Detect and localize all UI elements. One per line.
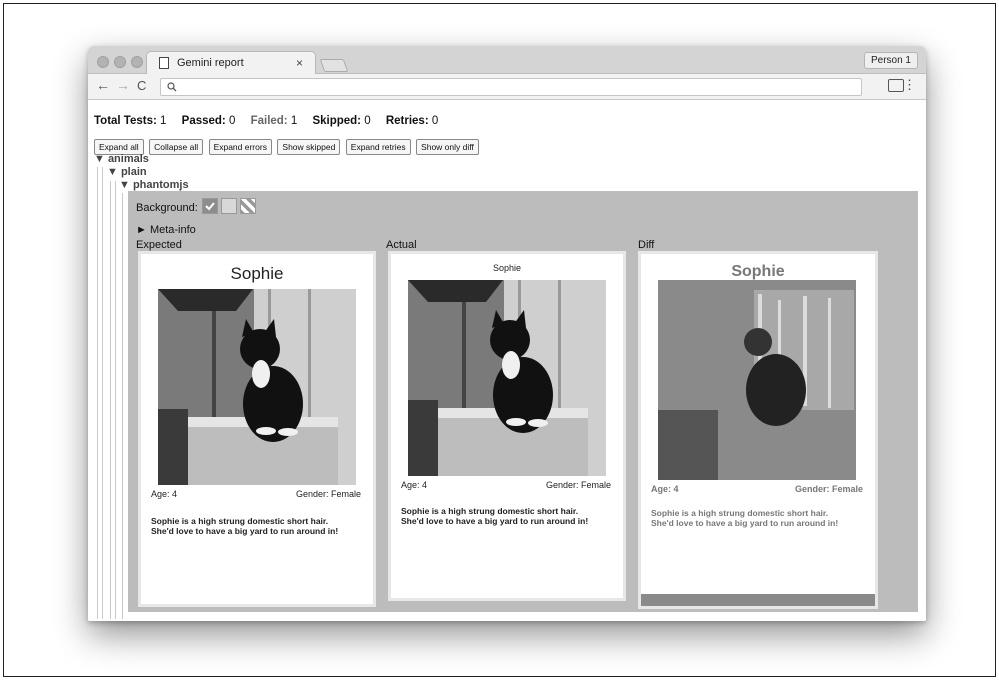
failed-value: 1 xyxy=(290,115,298,127)
show-skipped-button[interactable]: Show skipped xyxy=(277,139,341,155)
description-line: She'd love to have a big yard to run aro… xyxy=(401,516,589,526)
background-label: Background: xyxy=(136,202,198,214)
forward-icon[interactable]: → xyxy=(116,77,130,93)
total-value: 1 xyxy=(160,115,167,127)
passed-value: 0 xyxy=(228,115,236,127)
actual-screenshot: Sophie Age: 4 Gender: Female Sophie is a… xyxy=(388,251,626,601)
description-text: Sophie is a high strung domestic short h… xyxy=(651,508,838,528)
browser-tab[interactable]: Gemini report × xyxy=(146,51,316,75)
test-result-panel: Background: ► Meta-info Expected Actual … xyxy=(128,191,918,612)
expand-retries-button[interactable]: Expand retries xyxy=(345,139,411,155)
tree-guide-line xyxy=(122,193,123,619)
background-option-light[interactable] xyxy=(221,198,237,214)
show-only-diff-button[interactable]: Show only diff xyxy=(416,139,479,155)
card-name: Sophie xyxy=(492,263,522,273)
profile-button[interactable]: Person 1 xyxy=(863,52,918,69)
summary-bar: Total Tests: 1 Passed: 0 Failed: 1 Skipp… xyxy=(94,115,450,127)
screenshot-frame: Gemini report × Person 1 ← → C ⋮ Total T… xyxy=(3,3,996,677)
gender-text: Gender: Female xyxy=(545,480,611,490)
description-text: Sophie is a high strung domestic short h… xyxy=(151,516,338,536)
tree-node-animals[interactable]: ▼ animals xyxy=(94,153,149,165)
gender-text: Gender: Female xyxy=(794,484,863,494)
age-text: Age: 4 xyxy=(401,480,428,490)
meta-info-toggle[interactable]: ► Meta-info xyxy=(136,224,196,236)
checkmark-icon xyxy=(205,202,215,211)
tree-guide-line xyxy=(110,181,111,619)
card-name: Sophie xyxy=(230,264,284,283)
age-text: Age: 4 xyxy=(651,484,679,494)
report-page: Total Tests: 1 Passed: 0 Failed: 1 Skipp… xyxy=(88,101,926,621)
total-label: Total Tests: xyxy=(94,115,157,127)
menu-icon[interactable]: ⋮ xyxy=(903,78,916,92)
maximize-window-button[interactable] xyxy=(131,56,143,68)
cat-photo xyxy=(158,289,356,485)
description-line: Sophie is a high strung domestic short h… xyxy=(151,516,329,526)
expand-errors-button[interactable]: Expand errors xyxy=(208,139,272,155)
tab-title: Gemini report xyxy=(177,57,244,69)
collapse-all-button[interactable]: Collapse all xyxy=(149,139,204,155)
description-line: Sophie is a high strung domestic short h… xyxy=(651,508,829,518)
retries-label: Retries: xyxy=(385,115,429,127)
description-text: Sophie is a high strung domestic short h… xyxy=(401,506,588,526)
document-icon xyxy=(159,57,169,69)
passed-label: Passed: xyxy=(181,115,226,127)
minimize-window-button[interactable] xyxy=(114,56,126,68)
title-bar: Gemini report × Person 1 xyxy=(88,46,926,75)
tree-guide-line xyxy=(102,167,103,619)
skipped-label: Skipped: xyxy=(312,115,362,127)
tree-guide-line xyxy=(115,181,116,619)
card-name: Sophie xyxy=(731,263,785,280)
address-bar[interactable] xyxy=(160,78,862,96)
description-line: She'd love to have a big yard to run aro… xyxy=(651,518,839,528)
browser-window: Gemini report × Person 1 ← → C ⋮ Total T… xyxy=(88,46,926,621)
gender-text: Gender: Female xyxy=(295,489,361,499)
reload-icon[interactable]: C xyxy=(137,78,146,93)
control-buttons: Expand all Collapse all Expand errors Sh… xyxy=(94,137,480,155)
close-window-button[interactable] xyxy=(97,56,109,68)
description-line: She'd love to have a big yard to run aro… xyxy=(151,526,339,536)
expected-screenshot: Sophie Age: 4 Gender: Female Sophie is a… xyxy=(138,251,376,607)
back-icon[interactable]: ← xyxy=(96,77,110,93)
tab-close-icon[interactable]: × xyxy=(296,56,303,70)
tree-node-plain[interactable]: ▼ plain xyxy=(107,166,147,178)
retries-value: 0 xyxy=(431,115,439,127)
background-option-checkered[interactable] xyxy=(240,198,256,214)
cast-icon[interactable] xyxy=(888,79,904,92)
failed-label: Failed: xyxy=(250,115,288,127)
actual-label: Actual xyxy=(386,239,417,251)
diff-label: Diff xyxy=(638,239,655,251)
search-icon xyxy=(167,82,177,92)
background-option-gray[interactable] xyxy=(202,198,218,214)
diff-highlight-bar xyxy=(641,594,875,606)
diff-photo xyxy=(658,280,856,480)
tree-node-phantomjs[interactable]: ▼ phantomjs xyxy=(119,179,189,191)
diff-screenshot: Sophie Age: 4 Gender: Female Sophie is a… xyxy=(638,251,878,609)
browser-toolbar: ← → C ⋮ xyxy=(88,74,926,100)
tree-guide-line xyxy=(97,167,98,619)
description-line: Sophie is a high strung domestic short h… xyxy=(401,506,579,516)
age-text: Age: 4 xyxy=(151,489,178,499)
cat-photo xyxy=(408,280,606,476)
skipped-value: 0 xyxy=(364,115,371,127)
expected-label: Expected xyxy=(136,239,182,251)
new-tab-button[interactable] xyxy=(319,59,349,72)
